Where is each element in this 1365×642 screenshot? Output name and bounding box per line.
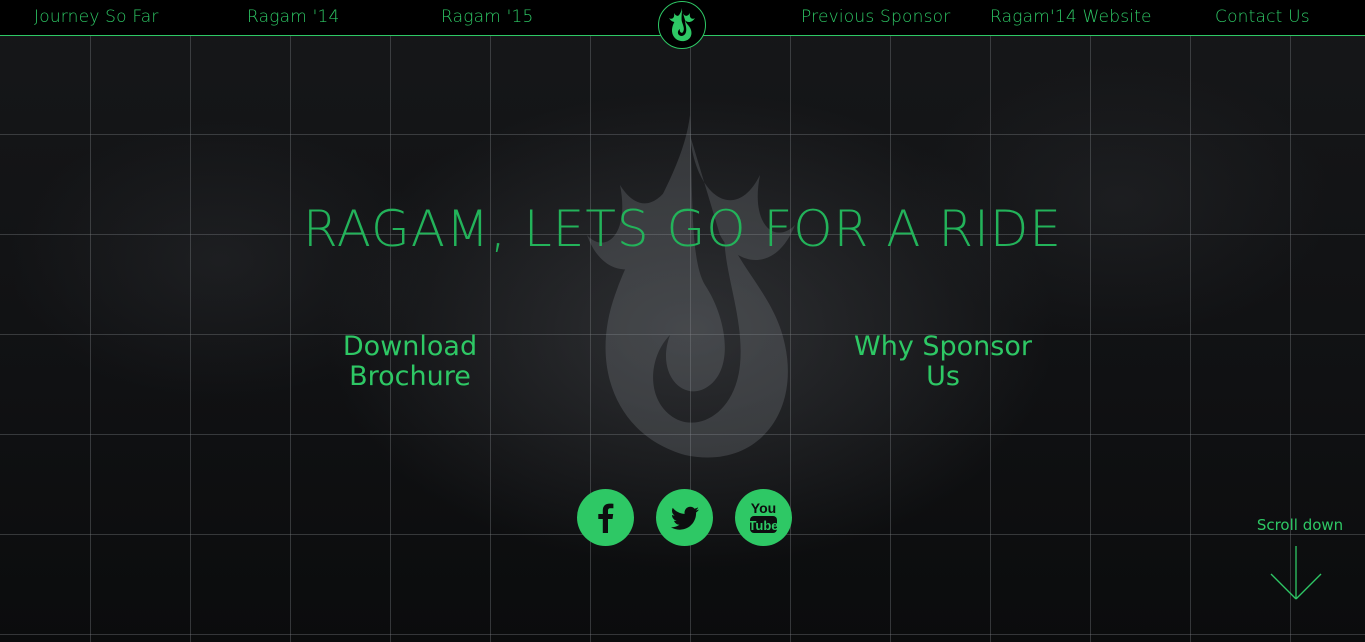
youtube-text-bottom: Tube — [748, 518, 778, 533]
why-sponsor-line2: Us — [926, 361, 960, 392]
nav-item-ragam-15[interactable]: Ragam '15 — [441, 7, 534, 27]
nav-item-ragam-14-website[interactable]: Ragam'14 Website — [990, 7, 1152, 27]
why-sponsor-us-link[interactable]: Why Sponsor Us — [833, 332, 1053, 392]
arrow-down-icon[interactable] — [1268, 545, 1324, 603]
hero-headline: RAGAM, LETS GO FOR A RIDE — [303, 200, 1062, 258]
nav-item-journey-so-far[interactable]: Journey So Far — [34, 7, 159, 27]
nav-item-previous-sponsor[interactable]: Previous Sponsor — [801, 7, 950, 27]
why-sponsor-line1: Why Sponsor — [854, 331, 1032, 362]
home-logo-button[interactable] — [658, 1, 706, 49]
download-brochure-line2: Brochure — [349, 361, 471, 392]
nav-item-contact-us[interactable]: Contact Us — [1215, 7, 1310, 27]
twitter-button[interactable] — [656, 489, 713, 546]
nav-item-ragam-14[interactable]: Ragam '14 — [247, 7, 340, 27]
flame-watermark-icon — [587, 115, 795, 458]
youtube-button[interactable]: You Tube — [735, 489, 792, 546]
flame-logo-icon — [669, 8, 695, 42]
download-brochure-link[interactable]: Download Brochure — [300, 332, 520, 392]
download-brochure-line1: Download — [342, 331, 478, 362]
youtube-icon: You Tube — [748, 500, 779, 533]
facebook-icon — [598, 503, 614, 533]
youtube-text-top: You — [751, 500, 776, 516]
facebook-button[interactable] — [577, 489, 634, 546]
scroll-down-label[interactable]: Scroll down — [1250, 516, 1350, 534]
twitter-icon — [670, 506, 699, 530]
